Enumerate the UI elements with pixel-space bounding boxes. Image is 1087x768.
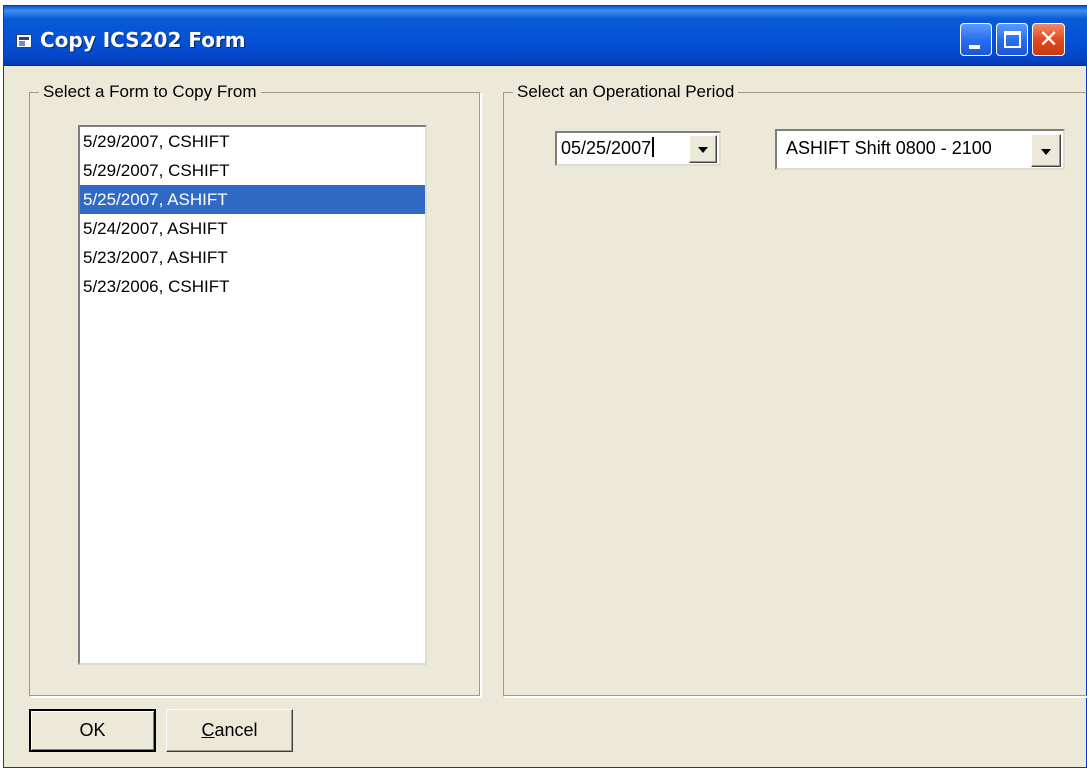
maximize-button[interactable] <box>996 23 1028 56</box>
list-item[interactable]: 5/29/2007, CSHIFT <box>80 156 425 185</box>
maximize-icon <box>1004 31 1021 48</box>
shift-value: ASHIFT Shift 0800 - 2100 <box>786 138 992 158</box>
form-list[interactable]: 5/29/2007, CSHIFT 5/29/2007, CSHIFT 5/25… <box>78 125 427 665</box>
close-icon: ✕ <box>1038 25 1059 53</box>
title-bar[interactable]: Copy ICS202 Form ✕ <box>4 6 1087 66</box>
list-item[interactable]: 5/23/2007, ASHIFT <box>80 243 425 272</box>
ok-button[interactable]: OK <box>29 709 156 752</box>
operational-period-group: Select an Operational Period <box>503 82 1087 697</box>
date-picker[interactable]: 05/25/2007 <box>555 131 721 166</box>
date-value[interactable]: 05/25/2007 <box>561 137 655 159</box>
chevron-down-icon <box>698 147 708 153</box>
operational-period-group-label: Select an Operational Period <box>513 82 739 102</box>
form-select-group-label: Select a Form to Copy From <box>39 82 261 102</box>
minimize-icon <box>969 45 980 49</box>
list-item[interactable]: 5/24/2007, ASHIFT <box>80 214 425 243</box>
list-item[interactable]: 5/23/2006, CSHIFT <box>80 272 425 301</box>
shift-dropdown-button[interactable] <box>1031 134 1061 167</box>
close-button[interactable]: ✕ <box>1032 23 1065 56</box>
cancel-accelerator: C <box>201 720 215 740</box>
minimize-button[interactable] <box>960 23 992 56</box>
chevron-down-icon <box>1041 148 1051 155</box>
cancel-label: ancel <box>214 720 258 740</box>
cancel-button[interactable]: Cancel <box>166 709 293 752</box>
date-dropdown-button[interactable] <box>689 135 717 163</box>
shift-select[interactable]: ASHIFT Shift 0800 - 2100 <box>775 129 1065 170</box>
window-title: Copy ICS202 Form <box>40 28 246 52</box>
list-item-selected[interactable]: 5/25/2007, ASHIFT <box>80 185 425 214</box>
list-item[interactable]: 5/29/2007, CSHIFT <box>80 127 425 156</box>
form-window-icon <box>16 34 32 48</box>
